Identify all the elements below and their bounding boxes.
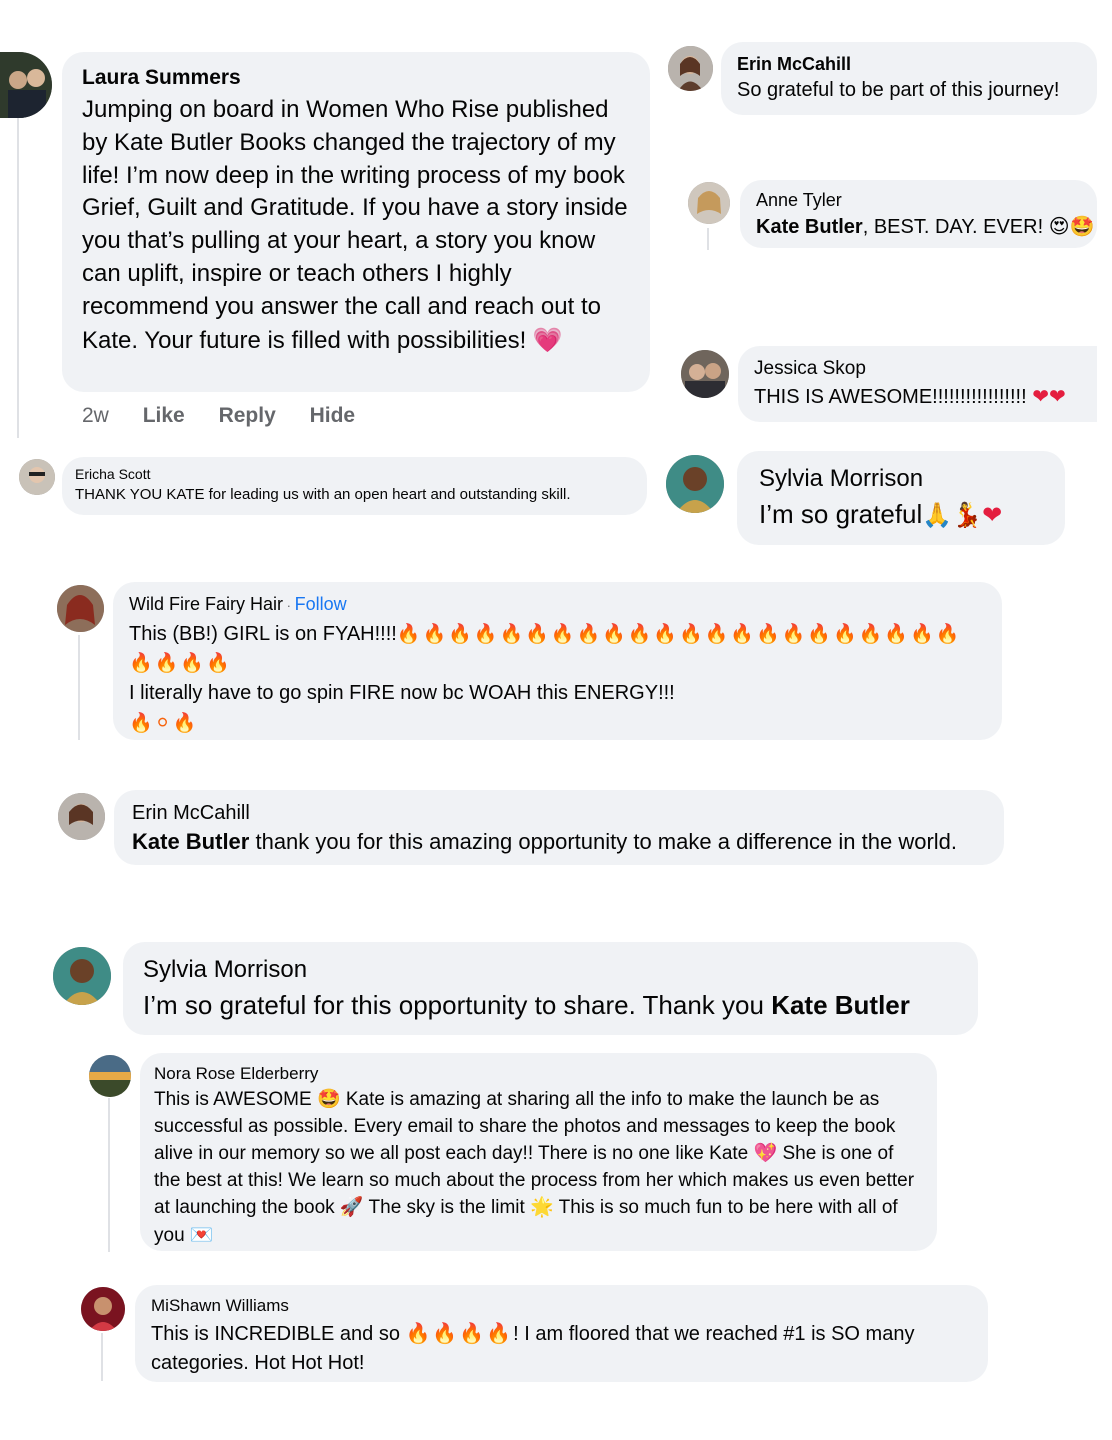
fire-emoji: 🔥🔥🔥🔥 <box>129 652 232 674</box>
comment-bubble-nora-rose-elderberry: Nora Rose Elderberry This is AWESOME 🤩 K… <box>140 1053 937 1251</box>
commenter-name[interactable]: Sylvia Morrison <box>143 956 958 984</box>
comment-text: Kate Butler thank you for this amazing o… <box>132 829 986 855</box>
praying-hands-emoji: 🙏💃❤ <box>922 501 1003 529</box>
avatar-ericha-scott[interactable] <box>19 459 55 495</box>
star-struck-emoji: 🤩 <box>316 1088 341 1110</box>
comment-text: This is INCREDIBLE and so 🔥🔥🔥🔥! I am flo… <box>151 1319 972 1378</box>
avatar-image <box>0 52 52 118</box>
avatar-image <box>19 459 55 495</box>
comment-text: Jumping on board in Women Who Rise publi… <box>82 94 630 357</box>
comment-actions: 2w Like Reply Hide <box>82 404 383 428</box>
comment-body: This (BB!) GIRL is on FYAH!!!! <box>129 623 397 645</box>
avatar-mishawn-williams[interactable] <box>81 1287 125 1331</box>
avatar-anne-tyler[interactable] <box>688 182 730 224</box>
thread-line <box>101 1333 103 1381</box>
avatar-jessica-skop[interactable] <box>681 350 729 398</box>
commenter-name[interactable]: Sylvia Morrison <box>759 465 1043 493</box>
rocket-emoji: 🚀 <box>339 1196 364 1218</box>
comment-text: I’m so grateful for this opportunity to … <box>143 990 958 1021</box>
avatar-image <box>89 1055 131 1097</box>
avatar-image <box>688 182 730 224</box>
avatar-nora-rose-elderberry[interactable] <box>89 1055 131 1097</box>
mention-link[interactable]: Kate Butler <box>132 829 249 854</box>
red-heart-emoji: ❤❤ <box>1032 384 1066 408</box>
commenter-name[interactable]: Ericha Scott <box>75 466 634 482</box>
comment-bubble-wild-fire-fairy-hair: Wild Fire Fairy Hair · Follow This (BB!)… <box>113 582 1002 740</box>
thread-line <box>78 635 80 740</box>
commenter-name[interactable]: MiShawn Williams <box>151 1296 972 1316</box>
comment-body: THIS IS AWESOME!!!!!!!!!!!!!!!!! <box>754 386 1027 408</box>
love-letter-emoji: 💌 <box>189 1223 214 1246</box>
comment-bubble-laura-summers: Laura Summers Jumping on board in Women … <box>62 52 650 392</box>
glowing-star-emoji: 🌟 <box>530 1196 554 1218</box>
avatar-image <box>53 947 111 1005</box>
follow-link[interactable]: Follow <box>295 594 347 614</box>
mention-link[interactable]: Kate Butler <box>771 990 910 1020</box>
comment-body: Jumping on board in Women Who Rise publi… <box>82 96 628 354</box>
commenter-name[interactable]: Jessica Skop <box>754 358 1081 380</box>
thread-line <box>707 228 709 250</box>
comment-text: THANK YOU KATE for leading us with an op… <box>75 486 571 503</box>
comment-line: This (BB!) GIRL is on FYAH!!!!🔥🔥🔥🔥🔥🔥🔥🔥🔥🔥… <box>129 620 986 648</box>
commenter-name[interactable]: Nora Rose Elderberry <box>154 1064 923 1084</box>
comment-body: I’m so grateful <box>759 499 923 529</box>
avatar-erin-mccahill[interactable] <box>668 46 713 91</box>
commenter-name[interactable]: Wild Fire Fairy Hair <box>129 594 283 614</box>
avatar-image <box>666 455 724 513</box>
commenter-name[interactable]: Erin McCahill <box>737 54 1081 75</box>
comment-bubble-mishawn-williams: MiShawn Williams This is INCREDIBLE and … <box>135 1285 988 1382</box>
comment-bubble-sylvia-morrison: Sylvia Morrison I’m so grateful for this… <box>123 942 978 1035</box>
hide-button[interactable]: Hide <box>310 404 356 427</box>
mention-link[interactable]: Kate Butler <box>756 216 863 238</box>
comment-body: This is AWESOME <box>154 1089 317 1110</box>
comment-bubble-erin-mccahill: Erin McCahill Kate Butler thank you for … <box>114 790 1004 865</box>
fire-emoji: 🔥⚪🔥 <box>129 712 199 734</box>
comment-text: Kate Butler, BEST. DAY. EVER! 😍🤩 <box>756 214 1094 239</box>
comment-body: I’m so grateful for this opportunity to … <box>143 990 772 1020</box>
comment-bubble-ericha-scott: Ericha Scott THANK YOU KATE for leading … <box>62 457 647 515</box>
comment-text: THIS IS AWESOME!!!!!!!!!!!!!!!!! ❤❤ <box>754 384 1081 409</box>
comment-bubble-sylvia-morrison: Sylvia Morrison I’m so grateful🙏💃❤ <box>737 451 1065 545</box>
comment-text: So grateful to be part of this journey! <box>737 79 1060 101</box>
comment-bubble-erin-mccahill: Erin McCahill So grateful to be part of … <box>721 42 1097 115</box>
avatar-image <box>81 1287 125 1331</box>
avatar-wild-fire-fairy-hair[interactable] <box>57 585 104 632</box>
thread-line <box>17 118 19 438</box>
separator: · <box>283 598 295 613</box>
timestamp[interactable]: 2w <box>82 404 109 427</box>
comment-line: I literally have to go spin FIRE now bc … <box>129 682 675 704</box>
avatar-sylvia-morrison[interactable] <box>666 455 724 513</box>
thread-line <box>108 1098 110 1252</box>
avatar-sylvia-morrison[interactable] <box>53 947 111 1005</box>
fire-emoji: 🔥🔥🔥🔥 <box>405 1321 514 1345</box>
comment-body: thank you for this amazing opportunity t… <box>249 829 958 854</box>
avatar-erin-mccahill[interactable] <box>58 793 105 840</box>
avatar-laura-summers[interactable] <box>0 52 52 118</box>
commenter-name[interactable]: Erin McCahill <box>132 802 986 825</box>
sparkling-heart-emoji: 💖 <box>753 1142 778 1164</box>
heart-eyes-emoji: 😍🤩 <box>1048 214 1095 238</box>
comment-body: The sky is the limit <box>363 1197 531 1218</box>
comment-bubble-anne-tyler: Anne Tyler Kate Butler, BEST. DAY. EVER!… <box>740 180 1097 248</box>
comment-bubble-jessica-skop: Jessica Skop THIS IS AWESOME!!!!!!!!!!!!… <box>738 346 1097 422</box>
commenter-name[interactable]: Laura Summers <box>82 66 630 90</box>
avatar-image <box>58 793 105 840</box>
commenter-name[interactable]: Anne Tyler <box>756 190 1081 211</box>
commenter-name-row: Wild Fire Fairy Hair · Follow <box>129 594 986 615</box>
reply-button[interactable]: Reply <box>219 404 276 427</box>
comment-text: I’m so grateful🙏💃❤ <box>759 499 1043 530</box>
like-button[interactable]: Like <box>143 404 185 427</box>
avatar-image <box>681 350 729 398</box>
avatar-image <box>668 46 713 91</box>
pink-heart-emoji: 💗 <box>532 325 563 354</box>
avatar-image <box>57 585 104 632</box>
comment-text: This is AWESOME 🤩 Kate is amazing at sha… <box>154 1086 923 1249</box>
fire-emoji: 🔥🔥🔥🔥🔥🔥🔥🔥🔥🔥🔥🔥🔥🔥🔥🔥🔥🔥🔥🔥🔥🔥 <box>396 623 962 645</box>
comment-body: , BEST. DAY. EVER! <box>862 216 1044 238</box>
comment-body: This is INCREDIBLE and so <box>151 1323 406 1345</box>
